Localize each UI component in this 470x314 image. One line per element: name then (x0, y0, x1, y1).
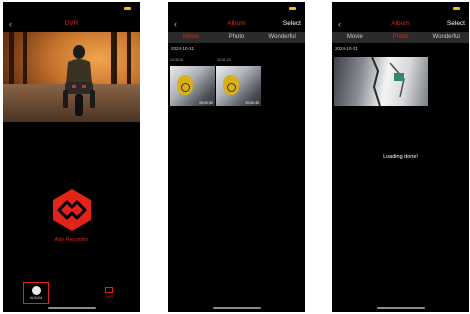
date-header: 2024-10-31 (171, 46, 195, 51)
page-title: DVR (64, 20, 79, 27)
thumb-caption: 10:31:24 (217, 58, 231, 62)
battery-icon (453, 7, 460, 10)
logo-label: Adv Recorder (54, 237, 89, 243)
battery-icon (124, 7, 131, 10)
video-duration: 00:00:59 (199, 101, 213, 105)
adv-recorder-logo-icon[interactable] (51, 188, 93, 232)
camera-icon (105, 287, 113, 293)
photo-thumbnail[interactable] (334, 57, 428, 106)
video-duration: 00:00:45 (245, 101, 259, 105)
thumb-caption: 10:30:01 (170, 58, 184, 62)
tab-photo[interactable]: Photo (378, 32, 424, 43)
loading-status: Loading done! (383, 154, 418, 160)
select-button[interactable]: Select (283, 20, 301, 28)
motorcycle-rider-graphic (63, 45, 95, 116)
tab-photo[interactable]: Photo (214, 32, 260, 43)
home-indicator (376, 307, 425, 309)
tab-dvr-label: DVR (104, 294, 114, 299)
tab-movie[interactable]: Movie (168, 32, 214, 43)
tab-wonderful[interactable]: Wonderful (423, 32, 469, 43)
live-preview-image (3, 32, 140, 122)
album-icon (32, 286, 41, 295)
battery-icon (289, 7, 296, 10)
select-button[interactable]: Select (447, 20, 465, 28)
date-header: 2024-10-31 (335, 46, 359, 51)
tab-movie[interactable]: Movie (332, 32, 378, 43)
tab-album-label: ALBUM (29, 296, 43, 300)
tab-album[interactable]: ALBUM (23, 282, 49, 304)
home-indicator (212, 307, 261, 309)
album-tabs: Movie Photo Wonderful (332, 32, 469, 43)
album-movie-screen: ‹ Album Select Movie Photo Wonderful 202… (168, 2, 305, 312)
video-thumbnail[interactable]: 00:00:45 (216, 66, 261, 106)
tab-wonderful[interactable]: Wonderful (259, 32, 305, 43)
album-photo-screen: ‹ Album Select Movie Photo Wonderful 202… (332, 2, 469, 312)
album-tabs: Movie Photo Wonderful (168, 32, 305, 43)
tab-dvr[interactable]: DVR (103, 287, 115, 301)
dvr-home-screen: ‹ DVR Adv Recorder ALBUM DVR (3, 2, 140, 312)
home-indicator (47, 307, 96, 309)
video-thumbnail[interactable]: 00:00:59 (170, 66, 215, 106)
